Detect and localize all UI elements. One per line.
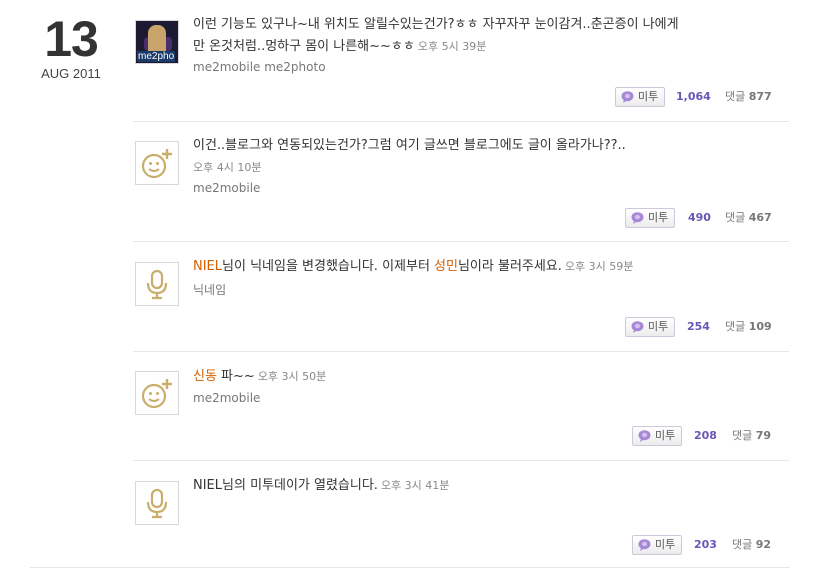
- post-divider: [133, 460, 789, 461]
- post-time[interactable]: 오후 4시 10분: [193, 159, 261, 175]
- post-tags[interactable]: me2mobile: [193, 181, 260, 195]
- comments-label: 댓글: [732, 538, 753, 551]
- comments-count: 79: [755, 429, 772, 442]
- comments-count: 92: [755, 538, 772, 551]
- metoo-label: 미투: [648, 211, 669, 224]
- avatar[interactable]: [135, 262, 179, 306]
- metoo-label: 미투: [648, 320, 669, 333]
- comments-link[interactable]: 댓글 92: [732, 535, 771, 555]
- post-tags[interactable]: 닉네임: [193, 281, 226, 298]
- metoo-button[interactable]: 미투: [625, 317, 676, 337]
- metoo-button[interactable]: 미투: [632, 426, 683, 446]
- metoo-count[interactable]: 490: [688, 208, 711, 228]
- comments-label: 댓글: [725, 90, 746, 103]
- metoo-count[interactable]: 208: [694, 426, 717, 446]
- comments-count: 877: [748, 90, 772, 103]
- post-tags[interactable]: me2mobile me2photo: [193, 60, 326, 74]
- post-body: 이건..블로그와 연동되있는건가?그럼 여기 글쓰면 블로그에도 글이 올라가나…: [193, 135, 753, 157]
- post-divider: [133, 121, 789, 122]
- user-name-link[interactable]: NIEL: [193, 259, 222, 274]
- metoo-button[interactable]: 미투: [615, 87, 666, 107]
- speech-bubble-icon: [621, 91, 634, 103]
- metoo-label: 미투: [655, 429, 676, 442]
- post-body: 신동 파~~ 오후 3시 50분: [193, 369, 327, 384]
- bottom-divider: [30, 567, 790, 568]
- post-time[interactable]: 오후 3시 41분: [381, 479, 449, 492]
- post-time[interactable]: 오후 5시 39분: [418, 40, 486, 53]
- comments-label: 댓글: [732, 429, 753, 442]
- smiley-plus-icon: [141, 379, 172, 409]
- comments-count: 109: [748, 320, 772, 333]
- user-name-link[interactable]: 성민: [434, 259, 458, 274]
- post-time[interactable]: 오후 3시 50분: [258, 370, 326, 383]
- comments-link[interactable]: 댓글 877: [725, 87, 772, 107]
- comments-label: 댓글: [725, 211, 746, 224]
- avatar[interactable]: [135, 481, 179, 525]
- speech-bubble-icon: [638, 539, 651, 551]
- comments-link[interactable]: 댓글 79: [732, 426, 771, 446]
- metoo-label: 미투: [655, 538, 676, 551]
- post-tags[interactable]: me2mobile: [193, 391, 260, 405]
- microphone-icon: [146, 488, 168, 519]
- metoo-count[interactable]: 1,064: [676, 87, 711, 107]
- avatar[interactable]: me2pho: [135, 20, 179, 64]
- speech-bubble-icon: [638, 430, 651, 442]
- post-text-line: 이건..블로그와 연동되있는건가?그럼 여기 글쓰면 블로그에도 글이 올라가나…: [193, 138, 626, 153]
- comments-label: 댓글: [725, 320, 746, 333]
- post-body: NIEL님이 닉네임을 변경했습니다. 이제부터 성민님이라 불러주세요. 오후 …: [193, 259, 634, 274]
- post-body: NIEL님의 미투데이가 열렸습니다. 오후 3시 41분: [193, 475, 753, 497]
- speech-bubble-icon: [631, 212, 644, 224]
- metoo-button[interactable]: 미투: [632, 535, 683, 555]
- post-divider: [133, 241, 789, 242]
- date-month-year: AUG 2011: [41, 66, 101, 81]
- date-day: 13: [44, 11, 99, 67]
- microphone-icon: [146, 269, 168, 300]
- post-date: 13 AUG 2011: [30, 14, 112, 81]
- post-time[interactable]: 오후 3시 59분: [565, 260, 633, 273]
- comments-link[interactable]: 댓글 467: [725, 208, 772, 228]
- metoo-count[interactable]: 203: [694, 535, 717, 555]
- post-text-line: NIEL님의 미투데이가 열렸습니다.: [193, 478, 378, 493]
- comments-count: 467: [748, 211, 772, 224]
- speech-bubble-icon: [631, 321, 644, 333]
- post-body: 이런 기능도 있구나~내 위치도 알릴수있는건가?ㅎㅎ 자꾸자꾸 눈이감겨..춘…: [193, 14, 753, 58]
- avatar[interactable]: [135, 141, 179, 185]
- post-divider: [133, 351, 789, 352]
- avatar-photo-label: me2pho: [137, 51, 176, 62]
- smiley-plus-icon: [141, 149, 172, 179]
- avatar[interactable]: [135, 371, 179, 415]
- comments-link[interactable]: 댓글 109: [725, 317, 772, 337]
- post-text-line: 만 온것처럼..멍하구 몸이 나른해~~ㅎㅎ: [193, 39, 415, 54]
- post-text-line: 이런 기능도 있구나~내 위치도 알릴수있는건가?ㅎㅎ 자꾸자꾸 눈이감겨..춘…: [193, 17, 679, 32]
- user-name-link[interactable]: 신동: [193, 369, 217, 384]
- metoo-label: 미투: [638, 90, 659, 103]
- metoo-button[interactable]: 미투: [625, 208, 676, 228]
- metoo-count[interactable]: 254: [687, 317, 710, 337]
